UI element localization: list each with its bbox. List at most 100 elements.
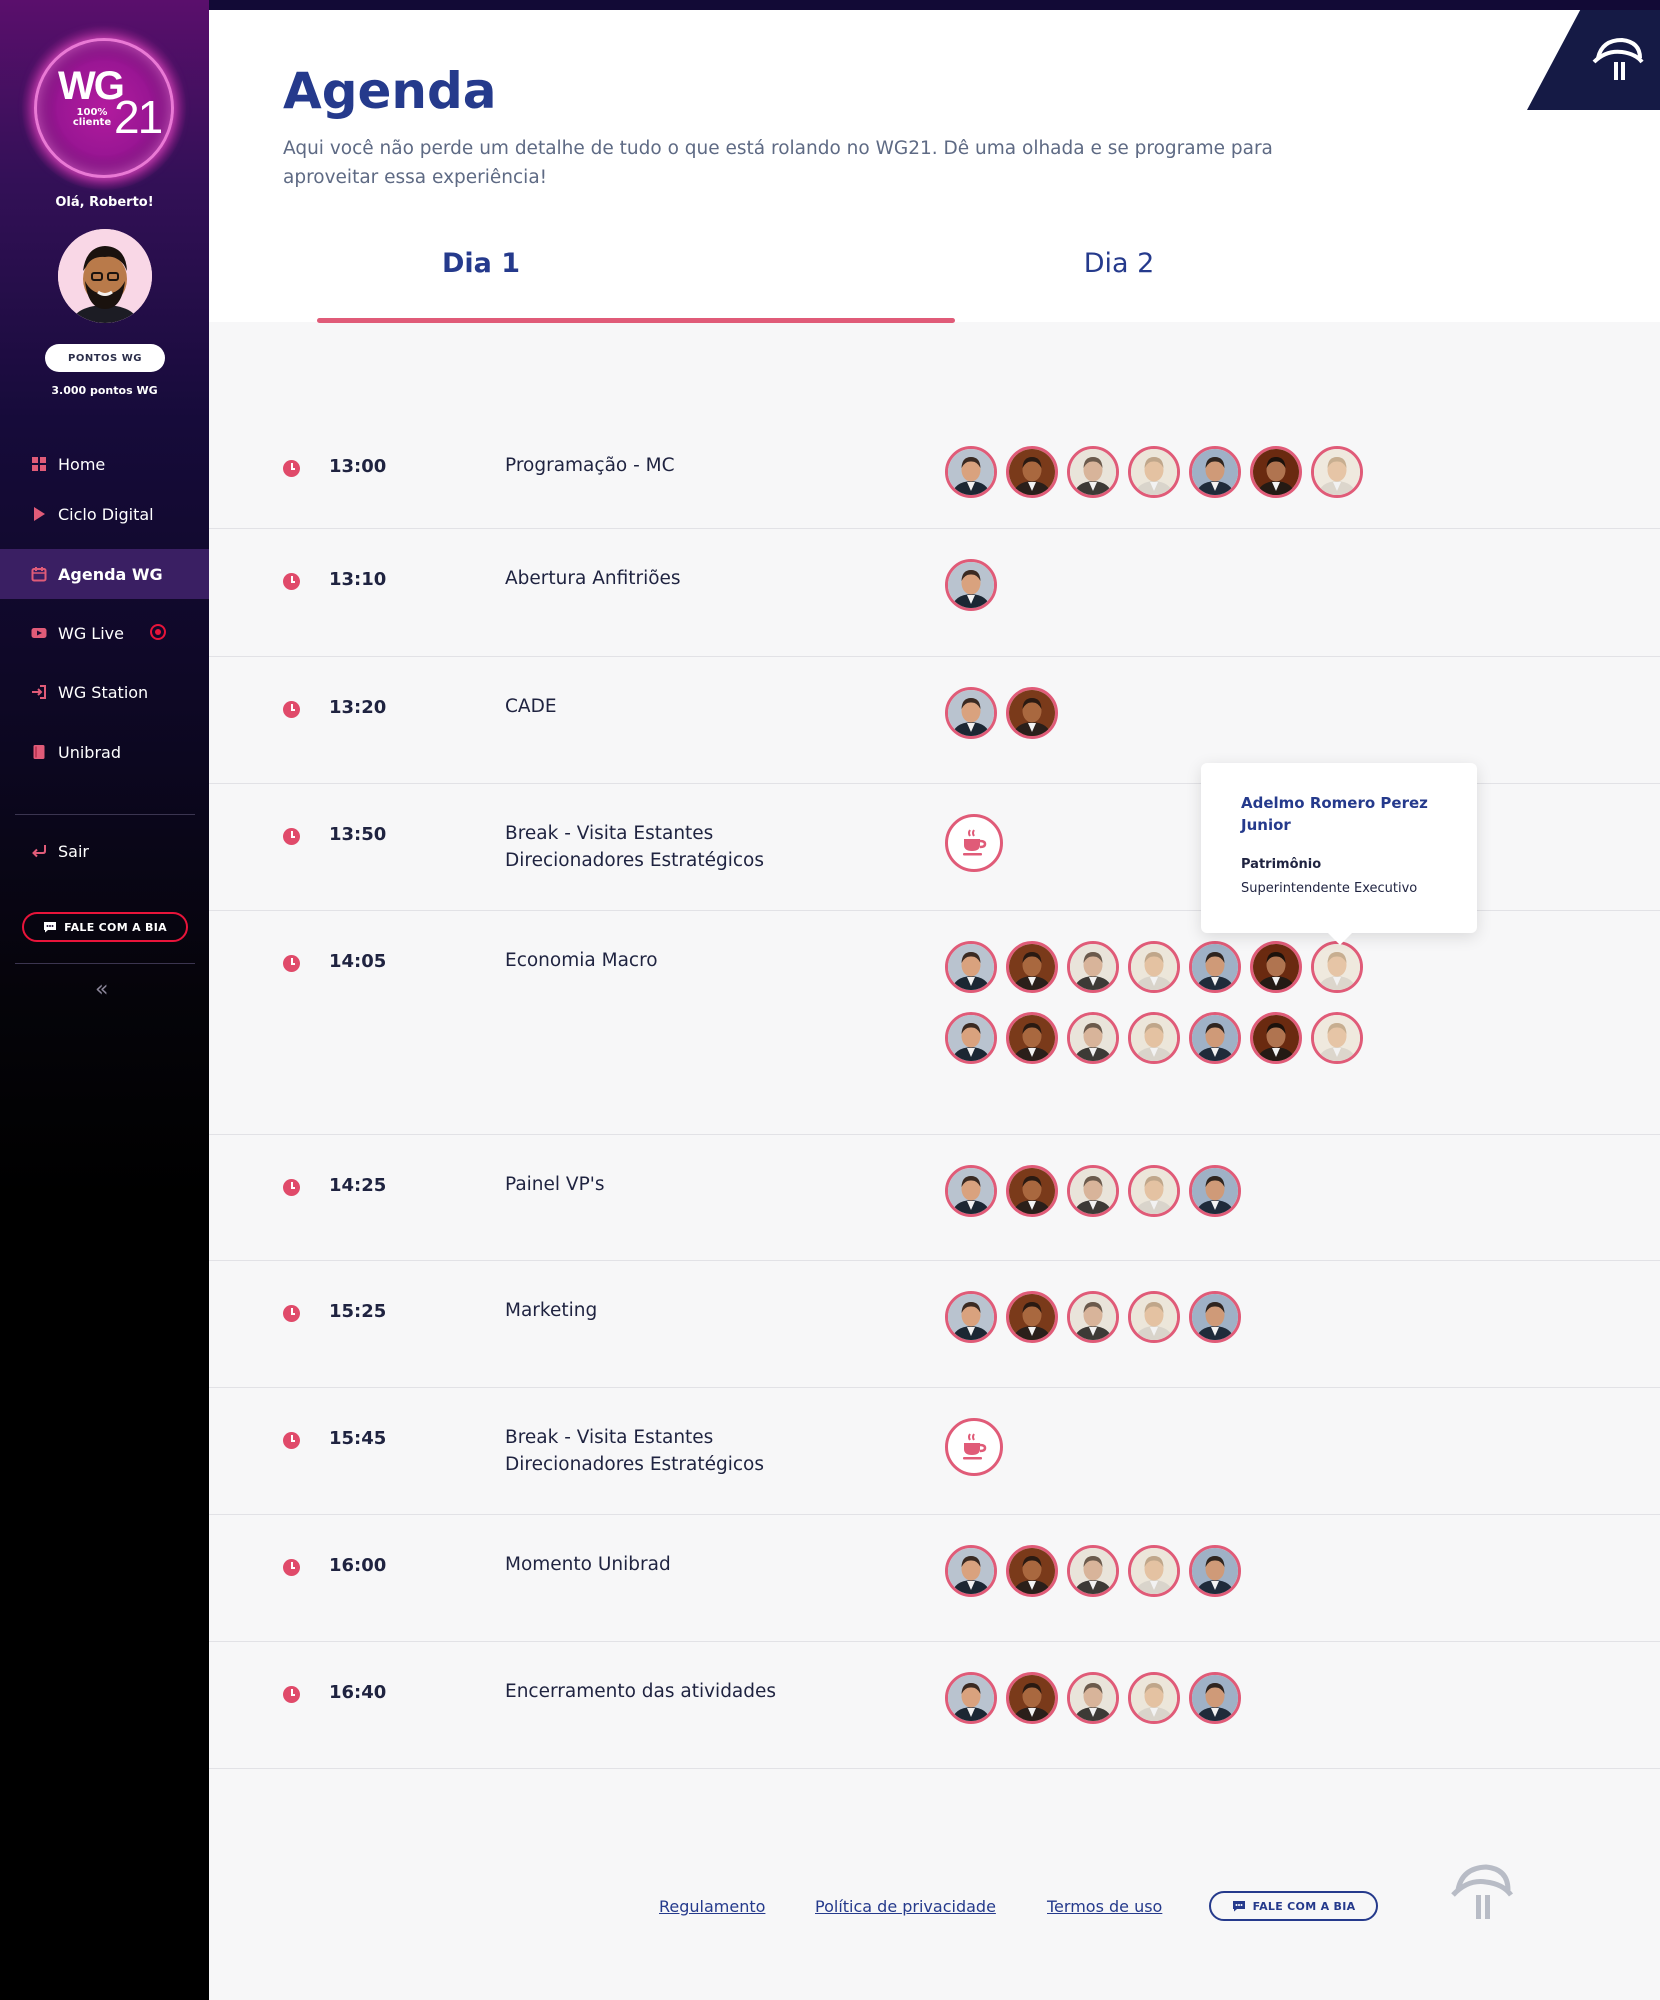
speaker-tooltip: Adelmo Romero Perez Junior Patrimônio Su… (1201, 763, 1477, 945)
speaker-avatar[interactable] (945, 1012, 997, 1064)
speaker-avatar[interactable] (1128, 1545, 1180, 1597)
speaker-avatar[interactable] (945, 1165, 997, 1217)
speaker-avatar[interactable] (1311, 1012, 1363, 1064)
speaker-avatar[interactable] (945, 446, 997, 498)
sidebar-item-home[interactable]: Home (0, 439, 209, 489)
logo-number-text: 21 (114, 91, 163, 143)
speaker-avatar[interactable] (1006, 446, 1058, 498)
session-time: 16:00 (329, 1555, 387, 1576)
speaker-avatars (945, 1418, 1385, 1476)
session-title-line: Direcionadores Estratégicos (505, 850, 764, 871)
bradesco-logo-icon (1592, 37, 1644, 80)
clock-icon (283, 1559, 300, 1576)
speaker-avatar[interactable] (1067, 446, 1119, 498)
schedule-row: 16:00 Momento Unibrad (209, 1515, 1660, 1642)
sidebar-item-ciclo-digital[interactable]: Ciclo Digital (0, 489, 209, 539)
clock-icon (283, 828, 300, 845)
session-time: 15:25 (329, 1301, 387, 1322)
sidebar-item-label: Unibrad (58, 742, 121, 762)
speaker-avatar[interactable] (945, 1672, 997, 1724)
calendar-icon (30, 565, 48, 583)
speaker-avatar[interactable] (1006, 941, 1058, 993)
speaker-avatar[interactable] (1128, 1672, 1180, 1724)
logout-button[interactable]: Sair (0, 826, 209, 876)
speaker-avatar[interactable] (1189, 941, 1241, 993)
session-time: 14:25 (329, 1175, 387, 1196)
speaker-avatar[interactable] (1128, 1165, 1180, 1217)
speaker-avatar[interactable] (1128, 1012, 1180, 1064)
avatar[interactable] (58, 229, 152, 323)
tab-dia-2[interactable]: Dia 2 (969, 248, 1269, 279)
speaker-avatar[interactable] (945, 1545, 997, 1597)
points-button[interactable]: PONTOS WG (45, 344, 165, 372)
sidebar-item-label: WG Live (58, 623, 124, 643)
speaker-avatar[interactable] (945, 1291, 997, 1343)
chat-bia-button[interactable]: FALE COM A BIA (22, 912, 188, 942)
schedule-row: 15:25 Marketing (209, 1261, 1660, 1388)
speaker-avatar[interactable] (945, 941, 997, 993)
speaker-avatar[interactable] (1189, 446, 1241, 498)
page-title: Agenda (283, 62, 497, 120)
speaker-avatars (945, 687, 1385, 758)
speaker-avatar[interactable] (1189, 1012, 1241, 1064)
greeting: Olá, Roberto! (55, 195, 154, 210)
chat-icon (1232, 1901, 1245, 1912)
sidebar-divider (15, 814, 195, 815)
footer-link-regulamento[interactable]: Regulamento (659, 1897, 765, 1916)
speaker-avatar[interactable] (1311, 446, 1363, 498)
speaker-avatar[interactable] (1067, 941, 1119, 993)
sidebar-item-agenda-wg[interactable]: Agenda WG (0, 549, 209, 599)
clock-icon (283, 1686, 300, 1703)
speaker-avatar[interactable] (1006, 1165, 1058, 1217)
live-indicator-icon (150, 624, 166, 640)
speaker-avatar[interactable] (945, 687, 997, 739)
session-title-line: Break - Visita Estantes (505, 823, 714, 844)
clock-icon (283, 1305, 300, 1322)
speaker-avatar[interactable] (1128, 1291, 1180, 1343)
tab-dia-1[interactable]: Dia 1 (331, 248, 631, 279)
speaker-avatar[interactable] (1250, 446, 1302, 498)
speaker-avatars (945, 1545, 1385, 1616)
speaker-avatars (945, 1672, 1385, 1743)
speaker-avatar[interactable] (1250, 1012, 1302, 1064)
speaker-avatar[interactable] (1189, 1545, 1241, 1597)
video-icon (30, 624, 48, 642)
speaker-avatar[interactable] (1067, 1165, 1119, 1217)
sidebar-item-unibrad[interactable]: Unibrad (0, 727, 209, 777)
brand-corner (1527, 10, 1660, 110)
sidebar: WG 100% cliente 21 Olá, Roberto! PONTOS … (0, 0, 209, 2000)
speaker-avatar[interactable] (1189, 1165, 1241, 1217)
sidebar-item-label: WG Station (58, 682, 149, 702)
session-title: Encerramento das atividades (505, 1681, 777, 1702)
speaker-avatars (945, 941, 1385, 1083)
footer-link-privacidade[interactable]: Política de privacidade (815, 1897, 996, 1916)
speaker-avatar[interactable] (1128, 446, 1180, 498)
speaker-avatar[interactable] (945, 559, 997, 611)
speaker-avatar[interactable] (1006, 1012, 1058, 1064)
speaker-avatar[interactable] (1006, 1672, 1058, 1724)
speaker-avatars (945, 446, 1385, 517)
footer-chat-bia-button[interactable]: FALE COM A BIA (1209, 1891, 1378, 1921)
speaker-avatar[interactable] (1250, 941, 1302, 993)
logout-label: Sair (58, 841, 89, 861)
speaker-avatar[interactable] (1006, 1291, 1058, 1343)
speaker-avatar[interactable] (1006, 1545, 1058, 1597)
speaker-avatar[interactable] (1189, 1291, 1241, 1343)
clock-icon (283, 573, 300, 590)
speaker-avatar[interactable] (1128, 941, 1180, 993)
speaker-avatar[interactable] (1189, 1672, 1241, 1724)
sidebar-item-wg-live[interactable]: WG Live (0, 608, 209, 658)
speaker-avatar[interactable] (1067, 1672, 1119, 1724)
sidebar-item-wg-station[interactable]: WG Station (0, 667, 209, 717)
speaker-avatar[interactable] (1311, 941, 1363, 993)
speaker-avatar[interactable] (1006, 687, 1058, 739)
speaker-avatar[interactable] (1067, 1545, 1119, 1597)
schedule-row: 13:00 Programação - MC (209, 416, 1660, 529)
speaker-avatar[interactable] (1067, 1012, 1119, 1064)
footer-link-termos[interactable]: Termos de uso (1047, 1897, 1162, 1916)
session-time: 13:10 (329, 569, 387, 590)
top-strip (0, 0, 1660, 10)
collapse-sidebar-icon[interactable]: « (95, 977, 108, 1002)
session-title: Marketing (505, 1300, 598, 1321)
speaker-avatar[interactable] (1067, 1291, 1119, 1343)
